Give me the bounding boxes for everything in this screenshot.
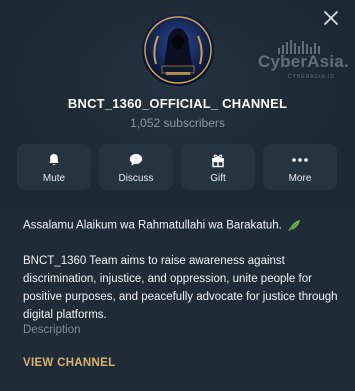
mute-label: Mute <box>42 173 66 184</box>
gift-label: Gift <box>210 173 226 184</box>
mute-button[interactable]: Mute <box>17 144 91 190</box>
greeting-line: Assalamu Alaikum wa Rahmatullahi wa Bara… <box>23 219 282 232</box>
bell-icon <box>49 154 59 166</box>
greeting-text: Assalamu Alaikum wa Rahmatullahi wa Bara… <box>23 219 343 232</box>
gift-icon <box>212 154 224 168</box>
description-label: Description <box>23 324 81 336</box>
action-bar: Mute Discuss Gift More <box>17 144 337 191</box>
subscriber-count: 1,052 subscribers <box>130 116 225 130</box>
cyberasia-watermark: CyberAsia. CYBERASIA.ID <box>258 40 349 84</box>
close-icon <box>324 11 338 25</box>
more-label: More <box>288 173 312 184</box>
gift-button[interactable]: Gift <box>181 144 255 190</box>
more-button[interactable]: More <box>263 144 337 190</box>
discuss-label: Discuss <box>118 173 154 184</box>
close-button[interactable] <box>321 8 341 28</box>
view-channel-button[interactable]: VIEW CHANNEL <box>23 357 115 369</box>
watermark-text: CyberAsia. <box>258 52 349 71</box>
channel-description: BNCT_1360 Team aims to raise awareness a… <box>23 255 338 321</box>
channel-title: BNCT_1360_OFFICIAL_ CHANNEL <box>67 96 288 111</box>
herb-leaf-icon <box>288 220 301 232</box>
more-dots-icon <box>292 158 308 162</box>
chat-bubble-icon <box>129 154 143 166</box>
watermark-subtext: CYBERASIA.ID <box>288 74 336 80</box>
channel-avatar[interactable] <box>142 14 214 86</box>
hooded-figure-emblem-icon <box>142 14 214 86</box>
discuss-button[interactable]: Discuss <box>99 144 173 190</box>
